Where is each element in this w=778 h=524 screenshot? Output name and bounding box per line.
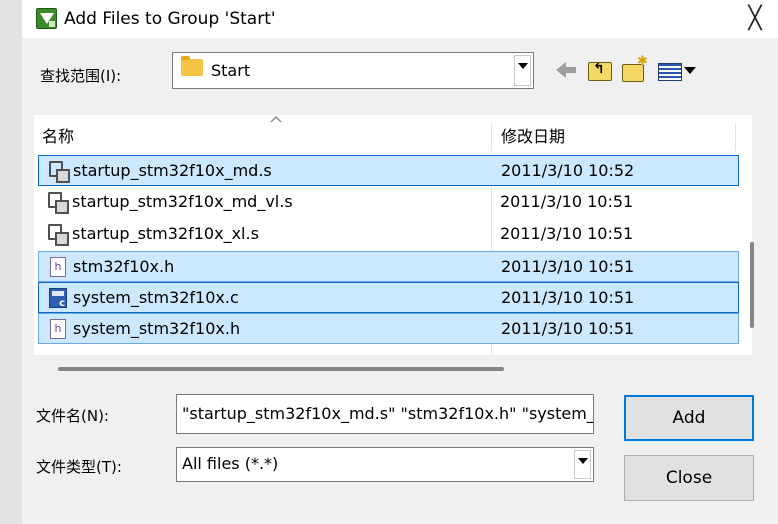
header-file-icon xyxy=(49,257,67,277)
list-item[interactable]: startup_stm32f10x_md.s 2011/3/10 10:52 xyxy=(38,155,739,186)
list-item[interactable]: stm32f10x.h 2011/3/10 10:51 xyxy=(38,251,739,282)
file-name: system_stm32f10x.c xyxy=(73,288,239,307)
list-item[interactable]: system_stm32f10x.h 2011/3/10 10:51 xyxy=(38,313,739,344)
up-one-level-icon[interactable] xyxy=(588,58,612,82)
title-bar: Add Files to Group 'Start' ╳ xyxy=(22,0,778,38)
chevron-down-icon[interactable] xyxy=(574,450,591,479)
column-header-name[interactable]: 名称 xyxy=(42,123,74,147)
new-folder-icon[interactable] xyxy=(622,54,648,82)
column-divider[interactable] xyxy=(735,123,736,151)
asm-file-icon xyxy=(48,192,69,214)
file-type-value: All files (*.*) xyxy=(182,454,279,473)
view-menu-icon[interactable] xyxy=(658,58,700,82)
file-date: 2011/3/10 10:52 xyxy=(501,161,635,180)
look-in-value: Start xyxy=(211,61,251,80)
add-files-dialog: Add Files to Group 'Start' ╳ 查找范围(I): St… xyxy=(22,0,778,524)
vertical-scrollbar[interactable] xyxy=(750,242,754,328)
horizontal-scrollbar[interactable] xyxy=(58,367,504,371)
folder-icon xyxy=(181,56,203,76)
list-item[interactable]: system_stm32f10x.c 2011/3/10 10:51 xyxy=(38,282,739,313)
look-in-combo[interactable]: Start xyxy=(172,52,534,89)
file-name: startup_stm32f10x_xl.s xyxy=(72,224,259,243)
keil-app-icon xyxy=(36,8,57,29)
file-date: 2011/3/10 10:51 xyxy=(500,224,634,243)
file-name-value: "startup_stm32f10x_md.s" "stm32f10x.h" "… xyxy=(182,404,594,423)
file-date: 2011/3/10 10:51 xyxy=(500,192,634,211)
file-name: startup_stm32f10x_md.s xyxy=(73,161,272,180)
look-in-label: 查找范围(I): xyxy=(40,67,122,85)
column-header-date[interactable]: 修改日期 xyxy=(501,123,565,147)
file-name-label: 文件名(N): xyxy=(36,407,109,425)
asm-file-icon xyxy=(48,224,69,246)
file-date: 2011/3/10 10:51 xyxy=(501,319,635,338)
close-button[interactable]: Close xyxy=(624,455,754,501)
file-name-input[interactable]: "startup_stm32f10x_md.s" "stm32f10x.h" "… xyxy=(176,394,594,434)
file-date: 2011/3/10 10:51 xyxy=(501,288,635,307)
background-window-edge xyxy=(0,0,22,524)
file-list[interactable]: 名称 修改日期 startup_stm32f10x_md.s 2011/3/10… xyxy=(34,115,752,355)
file-name: startup_stm32f10x_md_vl.s xyxy=(72,192,293,211)
header-file-icon xyxy=(49,319,67,339)
list-item[interactable]: startup_stm32f10x_xl.s 2011/3/10 10:51 xyxy=(38,219,739,250)
file-type-combo[interactable]: All files (*.*) xyxy=(176,447,594,482)
c-file-icon xyxy=(49,288,67,309)
file-name: system_stm32f10x.h xyxy=(73,319,241,338)
close-icon[interactable]: ╳ xyxy=(732,0,778,38)
back-arrow-icon[interactable] xyxy=(556,58,578,82)
sort-ascending-icon xyxy=(270,116,282,122)
file-name: stm32f10x.h xyxy=(73,257,175,276)
list-item[interactable]: startup_stm32f10x_md_vl.s 2011/3/10 10:5… xyxy=(38,187,739,218)
dialog-title: Add Files to Group 'Start' xyxy=(64,9,276,29)
chevron-down-icon[interactable] xyxy=(514,55,531,86)
file-type-label: 文件类型(T): xyxy=(36,458,122,476)
add-button[interactable]: Add xyxy=(624,395,754,441)
file-date: 2011/3/10 10:51 xyxy=(501,257,635,276)
column-divider[interactable] xyxy=(491,123,492,151)
asm-file-icon xyxy=(49,161,70,183)
